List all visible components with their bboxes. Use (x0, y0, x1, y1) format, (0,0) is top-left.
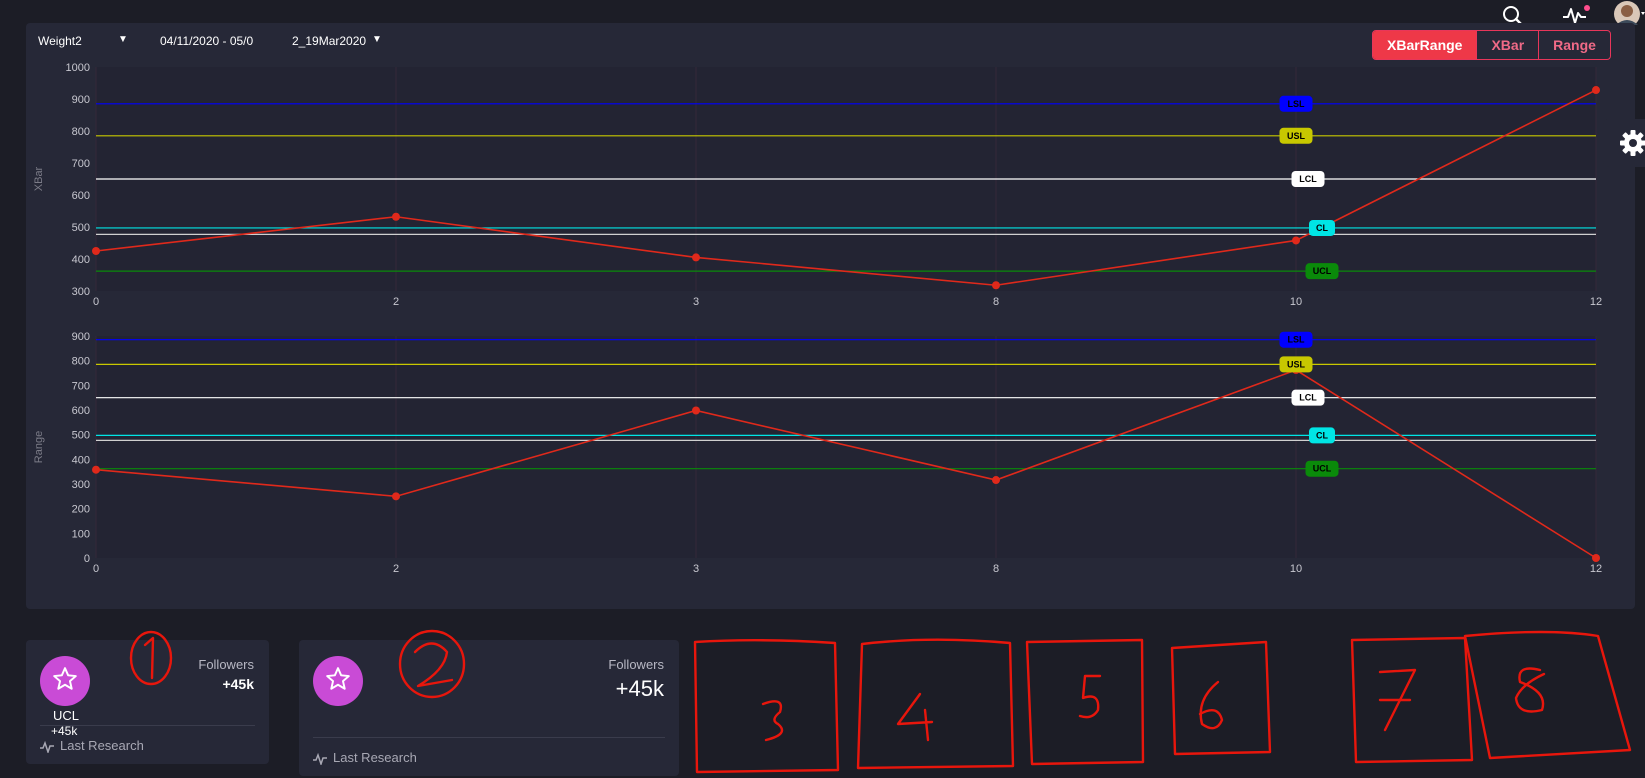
limit-tag-label: UCL (1313, 266, 1332, 276)
x-tick-label: 8 (993, 563, 999, 575)
star-icon (52, 666, 78, 697)
data-point (1292, 236, 1300, 245)
y-tick-label: 400 (72, 454, 90, 466)
y-tick-label: 800 (72, 356, 90, 368)
limit-tag-label: CL (1316, 223, 1328, 233)
limit-tag-label: LSL (1288, 99, 1306, 109)
limit-tag-label: USL (1287, 359, 1306, 369)
limit-tag-label: LSL (1288, 335, 1306, 345)
annotation-box-8 (1463, 630, 1632, 760)
limit-tag-label: LCL (1299, 393, 1317, 403)
x-tick-label: 12 (1590, 296, 1602, 308)
annotation-digit-3 (761, 700, 784, 742)
y-tick-label: 1000 (66, 62, 90, 74)
data-point (1592, 554, 1600, 562)
stat-card-1: Followers +45k UCL +45k Last Research (26, 640, 269, 764)
y-tick-label: 700 (72, 380, 90, 392)
y-tick-label: 200 (72, 504, 90, 516)
y-tick-label: 400 (72, 254, 90, 266)
data-point (992, 476, 1000, 485)
star-badge (313, 656, 363, 706)
data-point (1592, 86, 1600, 95)
settings-button[interactable] (1603, 119, 1645, 167)
x-tick-label: 0 (93, 563, 99, 575)
chart-panel: Weight2 ▼ 04/11/2020 - 05/0 2_19Mar2020 … (26, 23, 1635, 609)
stat-card-2: Followers +45k Last Research (299, 640, 679, 776)
card-title: Followers (198, 657, 254, 672)
pulse-icon (313, 752, 327, 770)
annotation-box-4 (856, 638, 1015, 770)
limit-tag-label: UCL (1313, 464, 1332, 474)
card-footer: Last Research (60, 738, 144, 753)
data-point (92, 247, 100, 255)
plot-area-range (96, 336, 1596, 558)
y-tick-label: 0 (84, 553, 90, 565)
gear-icon (1619, 129, 1645, 162)
control-charts: 0 2 3 8 10 123004005006007008009001000XBarLSL… (33, 62, 1602, 575)
card-sub-label: UCL (53, 708, 80, 723)
annotation-digit-7 (1378, 668, 1417, 732)
x-tick-label: 10 (1290, 296, 1302, 308)
card-sub-value: +45k (51, 724, 78, 738)
annotation-digit-5 (1078, 674, 1102, 719)
annotation-box-5 (1025, 638, 1145, 766)
data-point (392, 212, 400, 221)
y-tick-label: 500 (72, 222, 90, 234)
x-tick-label: 2 (393, 563, 399, 575)
x-tick-label: 3 (693, 563, 699, 575)
data-point (992, 281, 1000, 290)
annotation-box-7 (1350, 636, 1474, 764)
y-tick-label: 500 (72, 430, 90, 442)
y-axis-label: Range (33, 431, 45, 463)
data-point (692, 406, 700, 415)
annotation-digit-4 (896, 692, 934, 742)
y-tick-label: 900 (72, 331, 90, 343)
card-divider (313, 737, 665, 738)
x-tick-label: 0 (93, 296, 99, 308)
card-value: +45k (222, 676, 254, 692)
annotation-digit-6 (1198, 680, 1224, 730)
limit-tag-label: USL (1287, 131, 1306, 141)
y-axis-label: XBar (33, 166, 45, 191)
card-footer: Last Research (333, 750, 417, 765)
x-tick-label: 2 (393, 296, 399, 308)
x-tick-label: 3 (693, 296, 699, 308)
star-icon (325, 666, 351, 697)
y-tick-label: 300 (72, 286, 90, 298)
limit-tag-label: CL (1316, 430, 1328, 440)
y-tick-label: 800 (72, 126, 90, 138)
star-badge (40, 656, 90, 706)
x-tick-label: 12 (1590, 563, 1602, 575)
x-tick-label: 10 (1290, 563, 1302, 575)
card-value: +45k (615, 676, 664, 701)
y-tick-label: 700 (72, 158, 90, 170)
y-tick-label: 600 (72, 405, 90, 417)
card-title: Followers (608, 657, 664, 672)
annotation-box-3 (693, 639, 840, 774)
annotation-box-6 (1170, 640, 1272, 756)
data-point (692, 253, 700, 262)
y-tick-label: 300 (72, 479, 90, 491)
y-tick-label: 100 (72, 528, 90, 540)
x-tick-label: 8 (993, 296, 999, 308)
y-tick-label: 900 (72, 94, 90, 106)
pulse-icon (40, 740, 54, 758)
annotation-digit-8 (1514, 667, 1546, 713)
card-divider (40, 725, 255, 726)
data-point (392, 492, 400, 501)
y-tick-label: 600 (72, 190, 90, 202)
data-point (92, 465, 100, 474)
limit-tag-label: LCL (1299, 174, 1317, 184)
